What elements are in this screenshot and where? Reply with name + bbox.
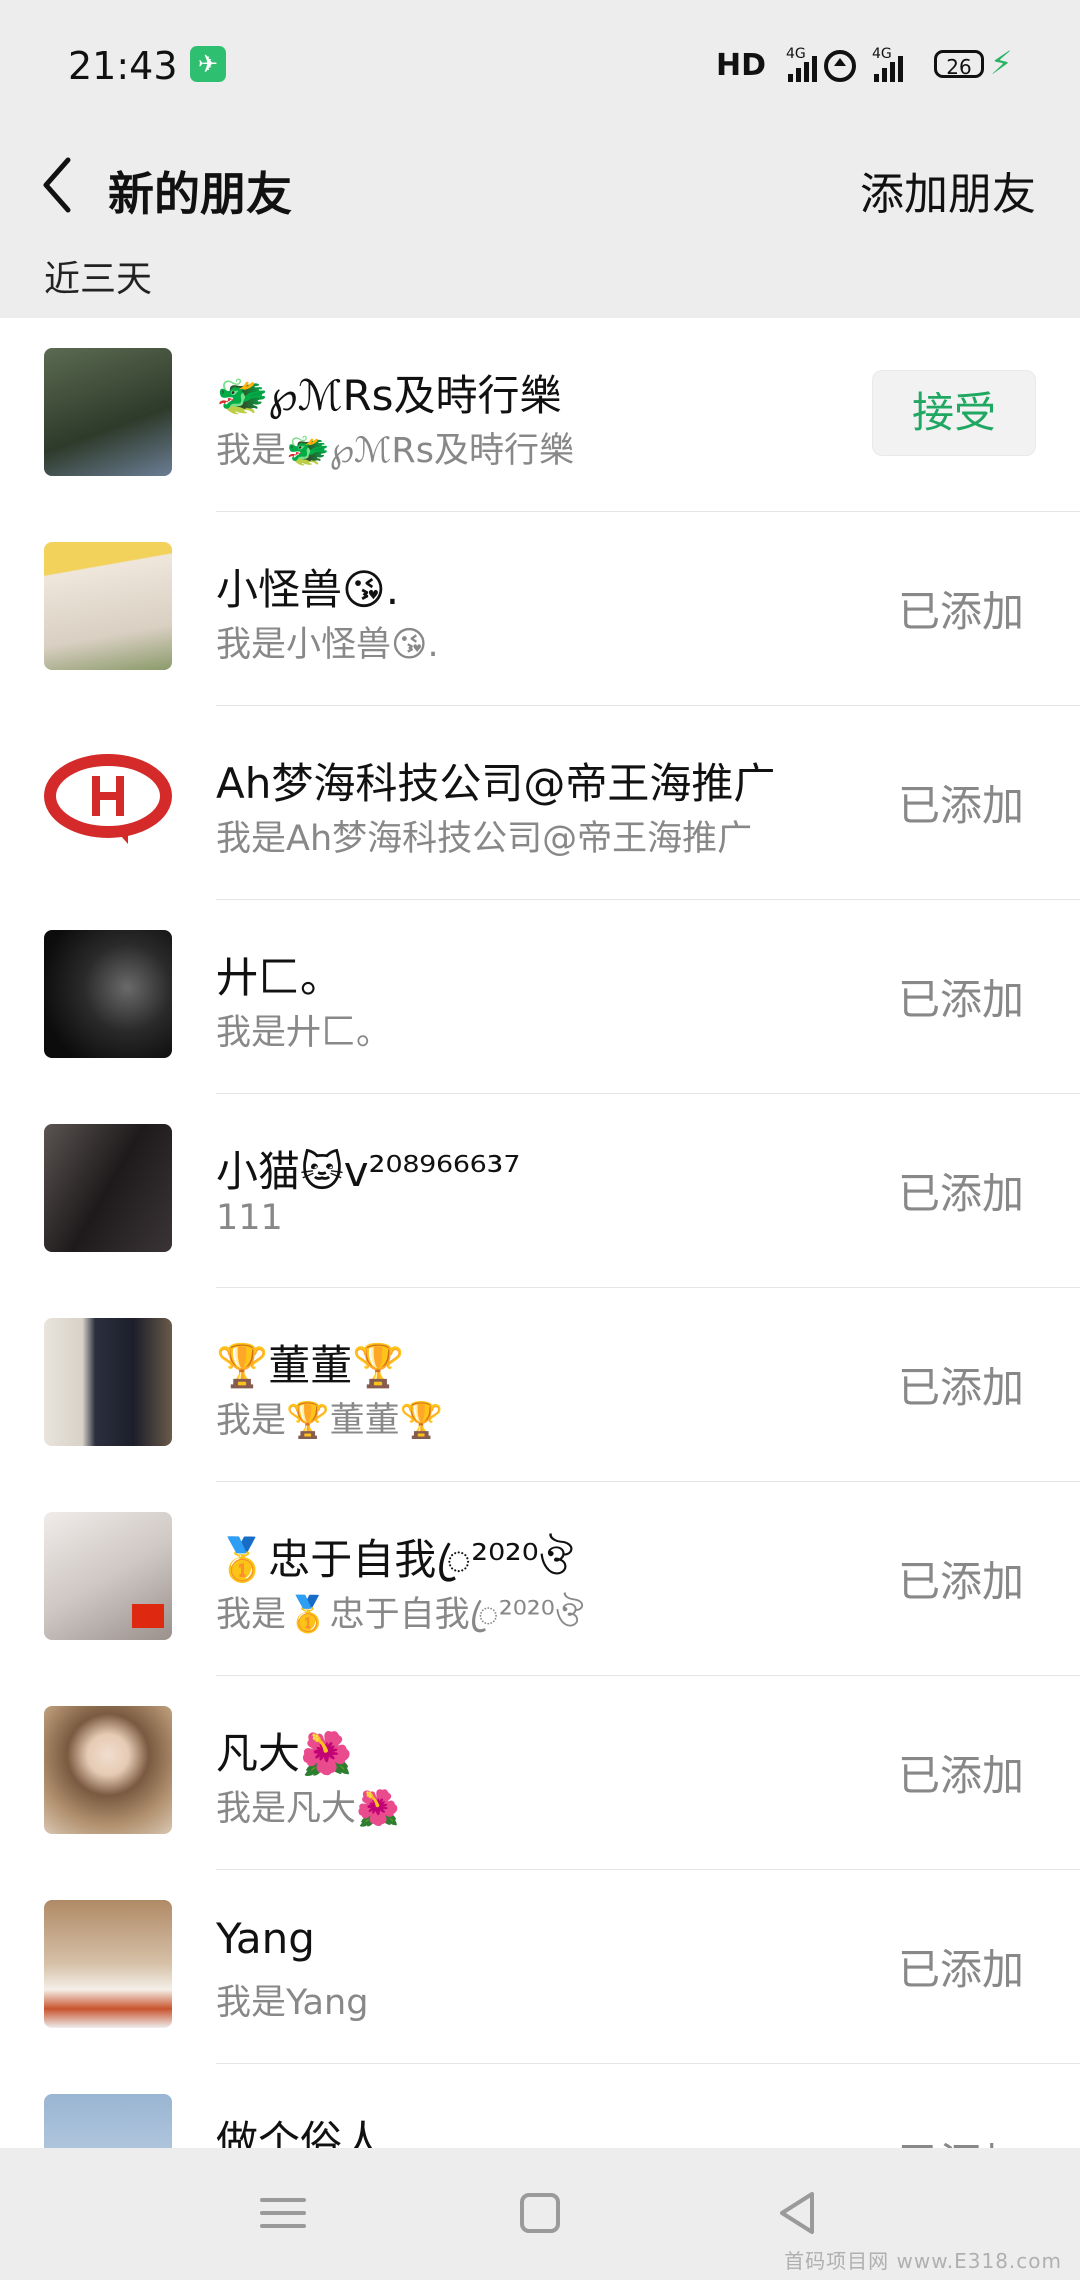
added-status: 已添加 — [897, 587, 1024, 636]
request-message: 111 — [216, 1198, 283, 1238]
request-message: 我是凡大🌺 — [216, 1789, 400, 1829]
avatar — [44, 1512, 172, 1640]
contact-name: 小猫🐱v²⁰⁸⁹⁶⁶⁶³⁷ — [216, 1147, 521, 1196]
request-message: 我是🏆董董🏆 — [216, 1401, 444, 1441]
charging-icon: ⚡ — [990, 44, 1013, 82]
hd-icon: HD — [716, 48, 767, 83]
avatar — [44, 2094, 172, 2148]
request-message: 我是🥇忠于自我ꦿ²⁰²⁰ঔ — [216, 1595, 584, 1635]
contact-name: 🐲℘ℳRs及時行樂 — [216, 371, 562, 420]
added-status: 已添加 — [897, 781, 1024, 830]
airplane-mode-icon: ✈ — [190, 46, 226, 82]
watermark: 首码项目网 www.E318.com — [784, 2249, 1062, 2273]
menu-icon[interactable] — [248, 2178, 318, 2248]
system-navigation-bar: 首码项目网 www.E318.com — [0, 2148, 1080, 2280]
added-status: 已添加 — [897, 1945, 1024, 1994]
company-logo-icon — [44, 754, 172, 844]
status-time: 21:43 — [68, 44, 178, 88]
svg-text:4G: 4G — [872, 46, 892, 62]
request-message: 我是小怪兽😘. — [216, 625, 439, 665]
friend-request-row[interactable]: 小猫🐱v²⁰⁸⁹⁶⁶⁶³⁷ 111 已添加 — [0, 1094, 1080, 1288]
friend-request-row[interactable]: 廾匚。 我是廾匚。 已添加 — [0, 900, 1080, 1094]
avatar — [44, 542, 172, 670]
request-message: 我是Ah梦海科技公司@帝王海推广 — [216, 819, 753, 859]
avatar — [44, 1124, 172, 1252]
added-status: 已添加 — [897, 1169, 1024, 1218]
friend-request-row[interactable]: 🐲℘ℳRs及時行樂 我是🐲℘ℳRs及時行樂 接受 — [0, 318, 1080, 512]
contact-name: 凡大🌺 — [216, 1729, 353, 1778]
contact-name: 做个俗人 — [216, 2117, 385, 2148]
add-friend-button[interactable]: 添加朋友 — [860, 158, 1036, 222]
battery-icon: 26 — [934, 50, 984, 79]
request-message: 我是廾匚。 — [216, 1013, 392, 1053]
avatar — [44, 1318, 172, 1446]
section-header: 近三天 — [44, 259, 153, 300]
friend-request-row[interactable]: 小怪兽😘. 我是小怪兽😘. 已添加 — [0, 512, 1080, 706]
contact-name: 小怪兽😘. — [216, 565, 400, 614]
contact-name: Yang — [216, 1914, 315, 1963]
back-arrow-icon[interactable] — [34, 130, 94, 240]
avatar — [44, 736, 172, 864]
added-status: 已添加 — [898, 2130, 1024, 2148]
added-status: 已添加 — [897, 1751, 1024, 1800]
friend-request-list: 🐲℘ℳRs及時行樂 我是🐲℘ℳRs及時行樂 接受 小怪兽😘. 我是小怪兽😘. 已… — [0, 318, 1080, 2148]
friend-request-row[interactable]: 🥇忠于自我ꦿ²⁰²⁰ঔ 我是🥇忠于自我ꦿ²⁰²⁰ঔ 已添加 — [0, 1482, 1080, 1676]
contact-name: 廾匚。 — [216, 953, 343, 1002]
added-status: 已添加 — [897, 1557, 1024, 1606]
wifi-icon — [824, 50, 856, 82]
avatar — [44, 1706, 172, 1834]
status-bar: 21:43 ✈ HD 4G 4G 26 ⚡ — [0, 0, 1080, 130]
header-bar: 新的朋友 添加朋友 — [0, 130, 1080, 240]
friend-request-row[interactable]: Yang 我是Yang 已添加 — [0, 1870, 1080, 2064]
avatar — [44, 1900, 172, 2028]
back-icon[interactable] — [762, 2178, 832, 2248]
contact-name: 🏆董董🏆 — [216, 1341, 405, 1390]
accept-button[interactable]: 接受 — [872, 370, 1036, 456]
added-status: 已添加 — [897, 1363, 1024, 1412]
added-status: 已添加 — [897, 975, 1024, 1024]
contact-name: Ah梦海科技公司@帝王海推广 — [216, 759, 776, 808]
flag-icon — [132, 1604, 164, 1628]
signal-icon: 4G — [872, 46, 903, 82]
friend-request-row[interactable]: Ah梦海科技公司@帝王海推广 我是Ah梦海科技公司@帝王海推广 已添加 — [0, 706, 1080, 900]
friend-request-row[interactable]: 做个俗人 已添加 — [0, 2064, 1080, 2148]
home-icon[interactable] — [505, 2178, 575, 2248]
request-message: 我是🐲℘ℳRs及時行樂 — [216, 431, 574, 471]
friend-request-row[interactable]: 🏆董董🏆 我是🏆董董🏆 已添加 — [0, 1288, 1080, 1482]
avatar — [44, 348, 172, 476]
request-message: 我是Yang — [216, 1983, 369, 2023]
svg-text:4G: 4G — [786, 46, 806, 62]
avatar — [44, 930, 172, 1058]
page-title: 新的朋友 — [108, 167, 292, 221]
friend-request-row[interactable]: 凡大🌺 我是凡大🌺 已添加 — [0, 1676, 1080, 1870]
